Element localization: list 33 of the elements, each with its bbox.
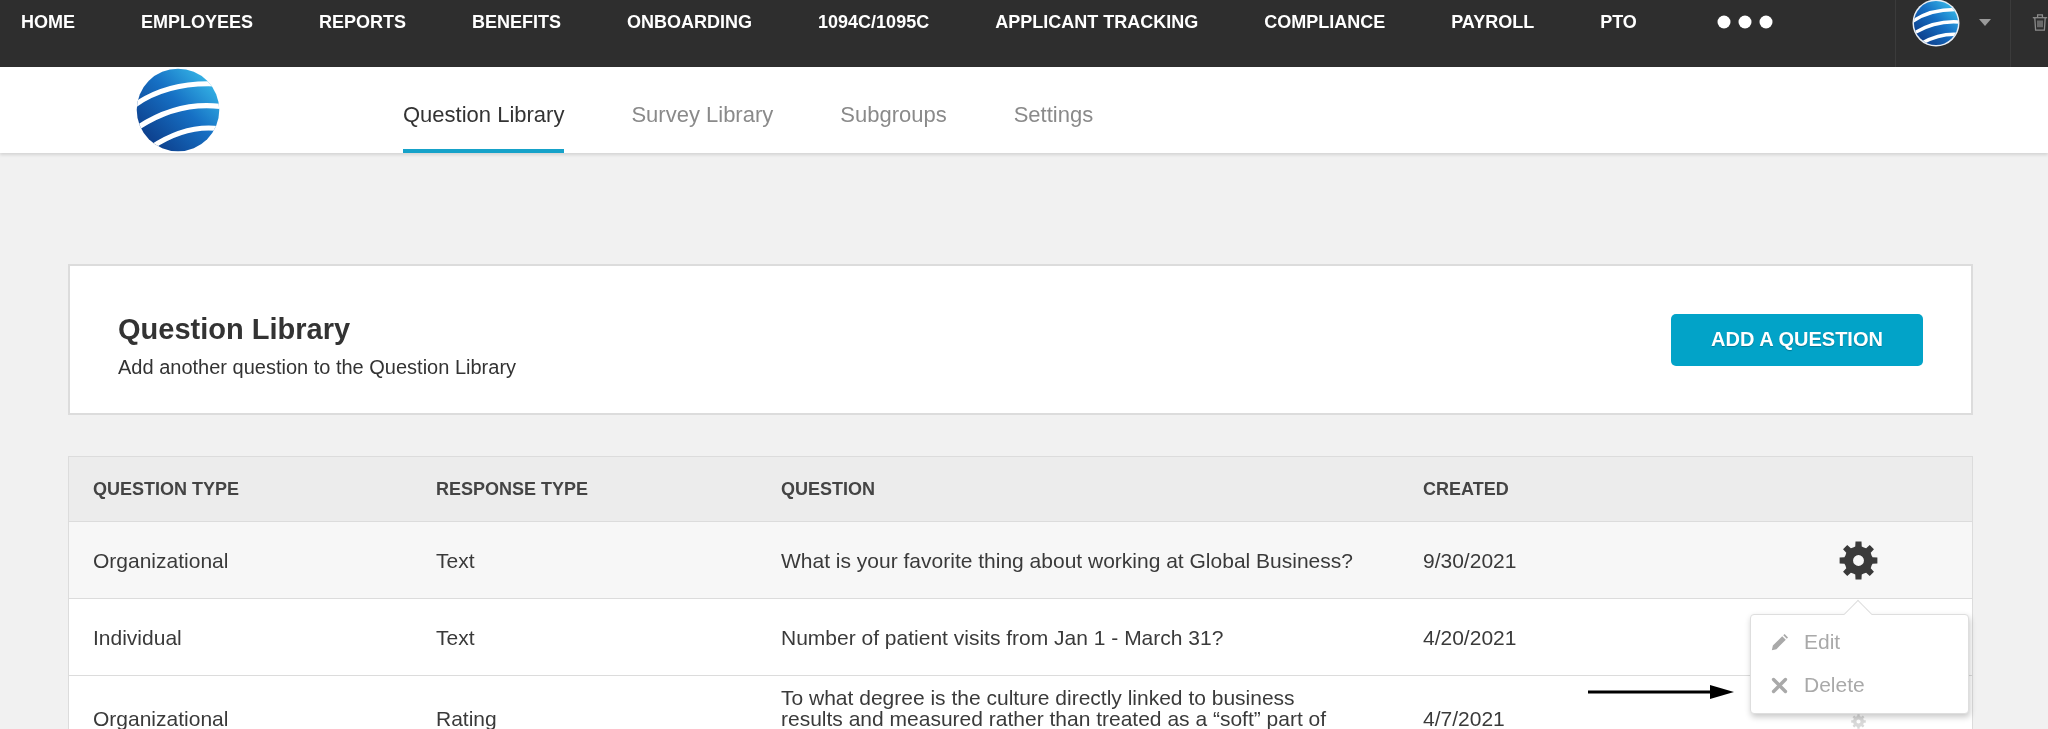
nav-link[interactable]: EMPLOYEES [141,11,254,33]
nav-link[interactable]: APPLICANT TRACKING [995,11,1199,33]
table-cell-text: 4/20/2021 [1423,626,1518,648]
table-cell-text: Number of patient visits from Jan 1 - March 31? [781,626,1225,648]
nav-link[interactable]: REPORTS [319,11,407,33]
pencil-icon [1771,633,1788,651]
column-header: RESPONSE TYPE [436,478,590,500]
page-title: Question Library [118,311,351,347]
table-cell-text: Text [436,549,476,571]
nav-link[interactable]: PAYROLL [1451,11,1535,33]
nav-link[interactable]: HOME [21,11,75,33]
globe-avatar-icon[interactable] [1912,0,1960,47]
settings-icon[interactable] [1838,540,1878,580]
caret-icon[interactable] [1979,19,1991,26]
page-subtitle: Add another question to the Question Library [118,354,517,379]
nav-link[interactable]: PTO [1600,11,1637,33]
nav-link[interactable]: BENEFITS [472,11,562,33]
nav-link[interactable]: COMPLIANCE [1264,11,1386,33]
more-icon[interactable] [1716,15,1773,29]
table-cell-text: 4/7/2021 [1423,708,1506,729]
close-icon [1771,676,1788,694]
column-header: CREATED [1423,478,1510,500]
table-cell-text: 9/30/2021 [1423,549,1518,571]
tab[interactable]: Question Library [403,67,565,153]
nav-link[interactable]: 1094C/1095C [818,11,930,33]
column-header: QUESTION [781,478,876,500]
column-header: QUESTION TYPE [93,478,241,500]
trash-icon[interactable] [2032,13,2048,32]
table-cell-text: Text [436,626,476,648]
table-cell-text: What is your favorite thing about working at Global Business? [781,549,1354,571]
table-cell-text: Organizational [93,549,230,571]
table-cell-text: Individual [93,626,183,648]
nav-link[interactable]: ONBOARDING [627,11,753,33]
